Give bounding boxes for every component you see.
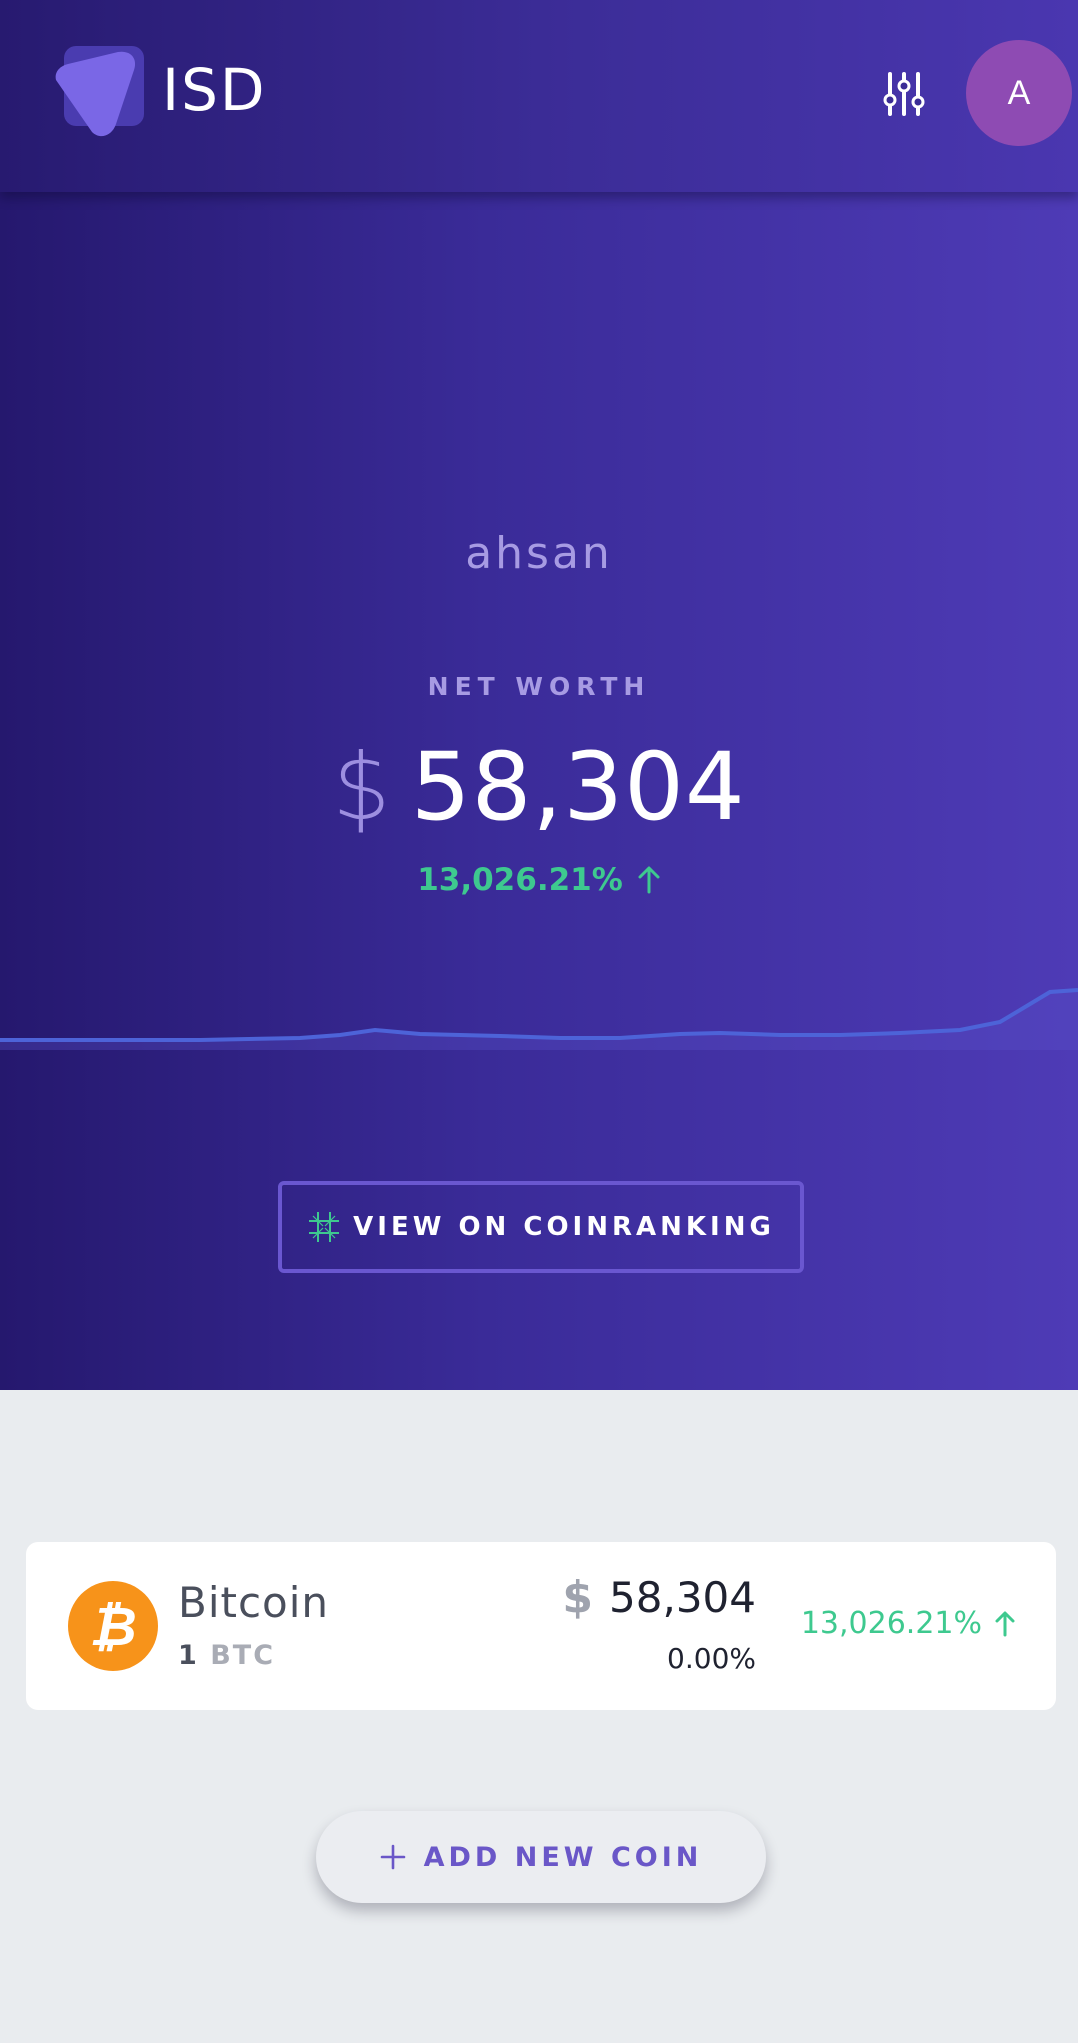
view-on-coinranking-button[interactable]: VIEW ON COINRANKING — [278, 1181, 804, 1273]
plus-icon — [380, 1844, 405, 1870]
arrow-up-icon — [638, 866, 660, 894]
coin-total-change: 13,026.21% — [801, 1606, 1016, 1641]
net-worth-label: NET WORTH — [427, 672, 651, 701]
net-worth-change: 13,026.21% — [0, 862, 1078, 898]
view-on-coinranking-label: VIEW ON COINRANKING — [353, 1212, 775, 1242]
net-worth-change-percent: 13,026.21% — [417, 862, 623, 898]
add-new-coin-button[interactable]: ADD NEW COIN — [316, 1811, 766, 1903]
coin-currency-symbol: $ — [562, 1572, 594, 1623]
coin-name: Bitcoin — [178, 1578, 330, 1627]
net-worth-sparkline — [0, 988, 1078, 1050]
filter-settings-button[interactable] — [876, 66, 932, 122]
coin-symbol: BTC — [210, 1640, 276, 1671]
net-worth: $ 58,304 — [0, 732, 1078, 844]
coin-value-amount: 58,304 — [609, 1573, 756, 1622]
sliders-icon — [883, 72, 925, 116]
app-name: ISD — [162, 56, 267, 124]
user-avatar[interactable]: A — [966, 40, 1072, 146]
coin-total-change-percent: 13,026.21% — [800, 1606, 982, 1641]
logo-icon — [55, 46, 144, 137]
add-new-coin-label: ADD NEW COIN — [423, 1841, 703, 1873]
coin-quantity: 1 — [178, 1640, 199, 1671]
currency-symbol: $ — [332, 734, 391, 841]
top-bar: ISD A — [0, 0, 1078, 192]
coin-value: $ 58,304 — [562, 1572, 756, 1623]
bitcoin-icon: ₿ — [68, 1581, 158, 1671]
arrow-up-icon — [995, 1611, 1015, 1636]
portfolio-username: ahsan — [465, 528, 613, 579]
coinranking-icon — [309, 1212, 340, 1242]
coin-price-change: 0.00% — [667, 1642, 756, 1675]
portfolio-hero: ISD A ahsan NET WORTH $ 58,304 13,026.21… — [0, 0, 1078, 1390]
coin-row-bitcoin[interactable]: ₿ Bitcoin 1 BTC $ 58,304 0.00% 13,026.21… — [26, 1542, 1056, 1710]
app-logo[interactable] — [50, 44, 150, 144]
coin-holding: 1 BTC — [178, 1640, 275, 1671]
net-worth-amount: 58,304 — [410, 733, 746, 842]
